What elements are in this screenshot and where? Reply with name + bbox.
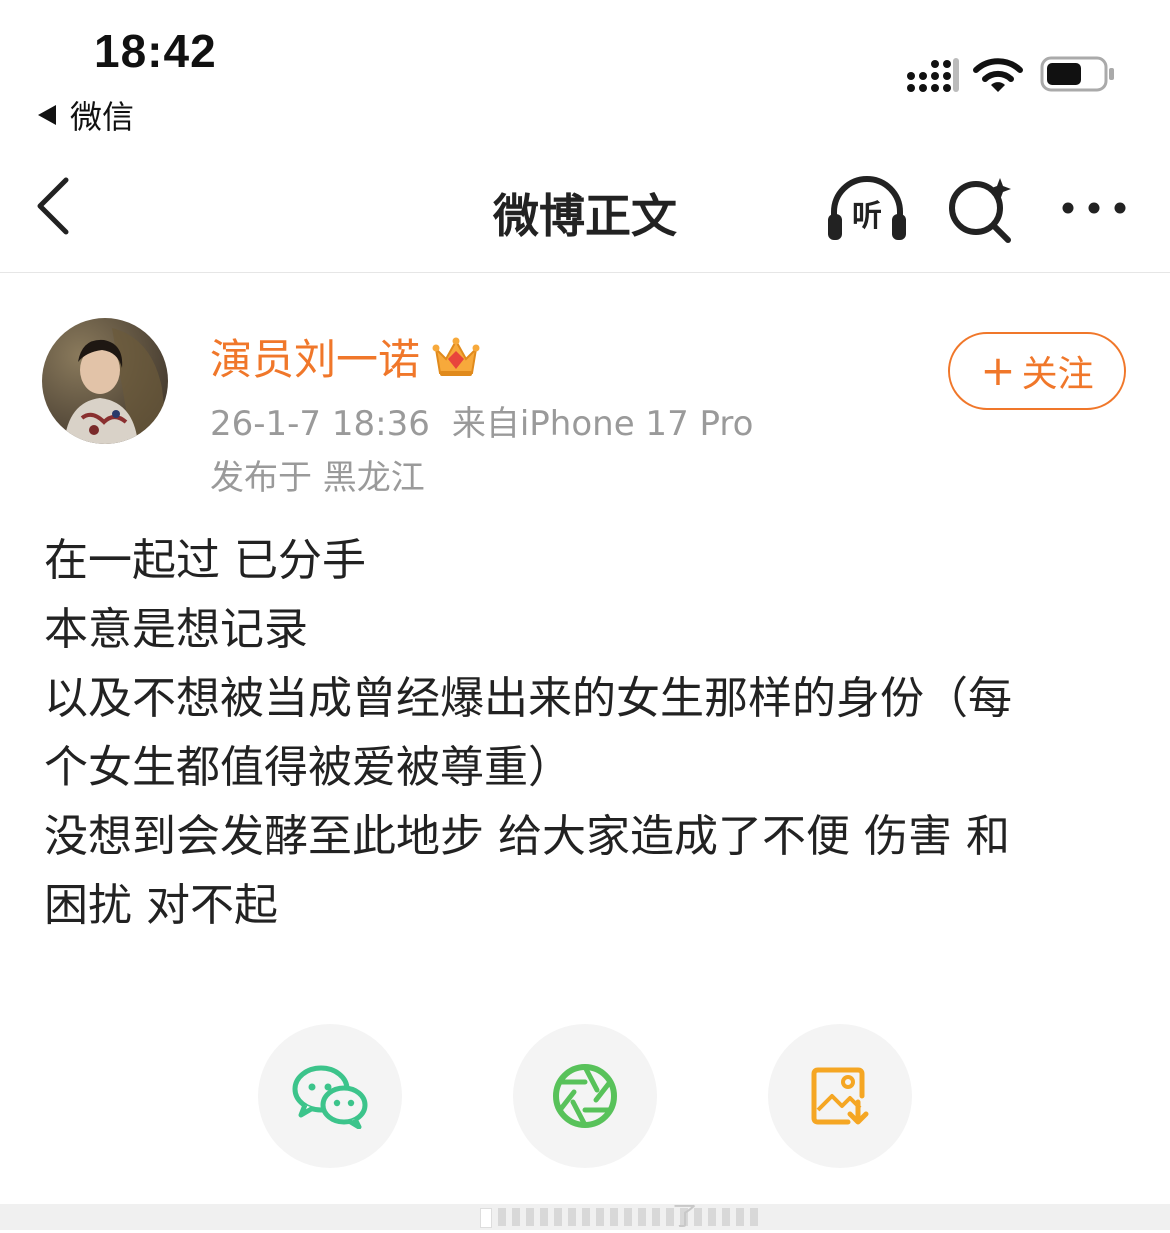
bottom-glyph: 了 (672, 1202, 699, 1232)
wechat-icon (292, 1065, 368, 1129)
share-moments-button[interactable] (513, 1024, 657, 1168)
back-triangle-icon (38, 105, 56, 125)
author-name-row[interactable]: 演员刘一诺 (210, 326, 480, 387)
post-line: 本意是想记录 (44, 604, 308, 655)
author-name[interactable]: 演员刘一诺 (210, 326, 420, 387)
post-source: 来自iPhone 17 Pro (451, 404, 754, 444)
post-line: 在一起过 已分手 (44, 535, 366, 586)
bottom-strip: 了 (0, 1202, 1170, 1232)
post-time: 26-1-7 18:36 (210, 404, 430, 444)
avatar-image (42, 318, 168, 444)
nav-bar: 微博正文 听 (0, 140, 1170, 273)
post-content: 在一起过 已分手 本意是想记录 以及不想被当成曾经爆出来的女生那样的身份（每 个… (44, 526, 1134, 940)
back-to-wechat-link[interactable]: 微信 (38, 92, 134, 138)
post-line: 困扰 对不起 (44, 880, 278, 931)
cellular-signal-icon (907, 58, 959, 92)
plus-icon: + (980, 346, 1016, 395)
follow-button[interactable]: + 关注 (948, 332, 1126, 410)
save-image-button[interactable] (768, 1024, 912, 1168)
post-line: 以及不想被当成曾经爆出来的女生那样的身份（每 (44, 673, 1012, 724)
save-image-icon (811, 1067, 869, 1125)
author-avatar[interactable] (42, 318, 168, 444)
wifi-icon (973, 58, 1023, 92)
listen-label: 听 (852, 199, 882, 234)
post-location: 发布于 黑龙江 (210, 458, 425, 498)
moments-icon (553, 1064, 617, 1128)
listen-headphones-icon[interactable]: 听 (824, 174, 910, 244)
status-time: 18:42 (94, 25, 217, 77)
more-options-icon[interactable] (1058, 188, 1130, 228)
post-line: 个女生都值得被爱被尊重） (44, 742, 572, 793)
post-line: 没想到会发酵至此地步 给大家造成了不便 伤害 和 (44, 811, 1010, 862)
bottom-decoration (480, 1208, 758, 1228)
status-bar: 18:42 微信 (0, 0, 1170, 140)
post-meta: 26-1-7 18:36 来自iPhone 17 Pro (210, 396, 753, 445)
search-sparkle-icon[interactable] (946, 174, 1016, 244)
crown-badge-icon (432, 337, 480, 376)
follow-label: 关注 (1021, 354, 1094, 395)
share-wechat-button[interactable] (258, 1024, 402, 1168)
battery-icon (1040, 56, 1114, 92)
back-app-label: 微信 (70, 98, 135, 136)
